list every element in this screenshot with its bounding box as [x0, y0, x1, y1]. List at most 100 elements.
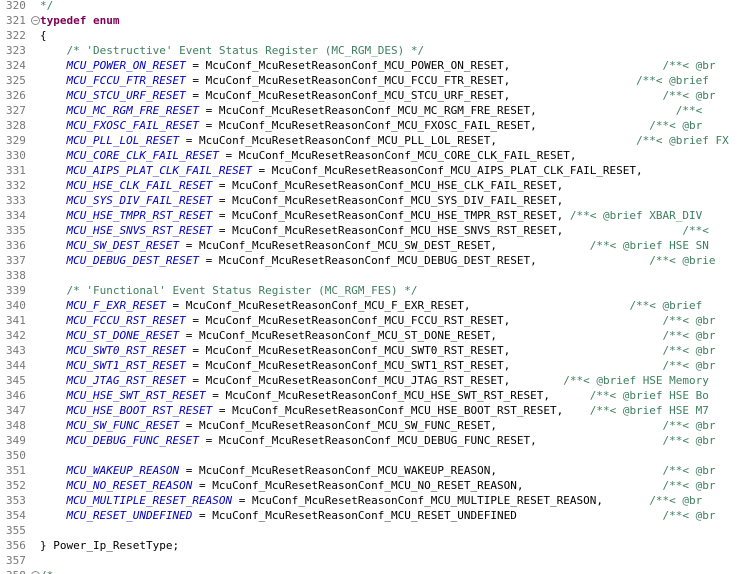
code-line[interactable]: 338	[0, 268, 738, 283]
code-line[interactable]: 341 MCU_FCCU_RST_RESET = McuConf_McuRese…	[0, 313, 738, 328]
enum-constant-token: MCU_SYS_DIV_FAIL_RESET	[66, 194, 213, 207]
code-token: = McuConf_McuResetReasonConf_MCU_RESET_U…	[192, 509, 663, 522]
code-line[interactable]: 326 MCU_STCU_URF_RESET = McuConf_McuRese…	[0, 88, 738, 103]
code-token: = McuConf_McuResetReasonConf_MCU_CORE_CL…	[218, 149, 577, 162]
code-line[interactable]: 357	[0, 553, 738, 568]
comment-token: /**< @brief HSE M7	[589, 404, 709, 417]
code-line[interactable]: 354 MCU_RESET_UNDEFINED = McuConf_McuRes…	[0, 508, 738, 523]
code-line[interactable]: 329 MCU_PLL_LOL_RESET = McuConf_McuReset…	[0, 133, 738, 148]
comment-token: /**< @brie	[649, 254, 716, 267]
code-text: MCU_AIPS_PLAT_CLK_FAIL_RESET = McuConf_M…	[40, 163, 643, 178]
code-line[interactable]: 325 MCU_FCCU_FTR_RESET = McuConf_McuRese…	[0, 73, 738, 88]
code-token: = McuConf_McuResetReasonConf_MCU_F_EXR_R…	[165, 299, 630, 312]
comment-token: /**< @br	[662, 344, 716, 357]
code-line[interactable]: 346 MCU_HSE_SWT_RST_RESET = McuConf_McuR…	[0, 388, 738, 403]
code-line[interactable]: 320 */	[0, 0, 738, 13]
line-number: 329	[6, 134, 26, 147]
code-line[interactable]: 332 MCU_HSE_CLK_FAIL_RESET = McuConf_Mcu…	[0, 178, 738, 193]
code-token: = McuConf_McuResetReasonConf_MCU_DEBUG_F…	[198, 434, 663, 447]
code-text: MCU_HSE_BOOT_RST_RESET = McuConf_McuRese…	[40, 403, 709, 418]
line-number: 333	[6, 194, 26, 207]
code-line[interactable]: 355	[0, 523, 738, 538]
enum-constant-token: MCU_HSE_BOOT_RST_RESET	[66, 404, 213, 417]
enum-constant-token: MCU_MC_RGM_FRE_RESET	[66, 104, 199, 117]
comment-token: /*======================================…	[40, 569, 649, 574]
comment-token: /**< @br	[662, 479, 716, 492]
code-line[interactable]: 349 MCU_DEBUG_FUNC_RESET = McuConf_McuRe…	[0, 433, 738, 448]
line-number: 322	[6, 29, 26, 42]
code-text: MCU_NO_RESET_REASON = McuConf_McuResetRe…	[40, 478, 716, 493]
code-token: = McuConf_McuResetReasonConf_MCU_FCCU_RS…	[185, 314, 663, 327]
code-editor[interactable]: 320 */321− typedef enum 322 {323 /* 'Destruc…	[0, 0, 738, 574]
code-line[interactable]: 334 MCU_HSE_TMPR_RST_RESET = McuConf_Mcu…	[0, 208, 738, 223]
enum-constant-token: MCU_RESET_UNDEFINED	[66, 509, 193, 522]
code-line[interactable]: 339 /* 'Functional' Event Status Registe…	[0, 283, 738, 298]
comment-token: /**<	[682, 224, 709, 237]
code-line[interactable]: 335 MCU_HSE_SNVS_RST_RESET = McuConf_Mcu…	[0, 223, 738, 238]
line-number: 320	[6, 0, 26, 12]
code-token: {	[40, 29, 47, 42]
code-text: MCU_DEBUG_DEST_RESET = McuConf_McuResetR…	[40, 253, 716, 268]
fold-toggle-icon[interactable]: −	[31, 16, 40, 25]
code-line[interactable]: 353 MCU_MULTIPLE_RESET_REASON = McuConf_…	[0, 493, 738, 508]
code-line[interactable]: 331 MCU_AIPS_PLAT_CLK_FAIL_RESET = McuCo…	[0, 163, 738, 178]
enum-constant-token: MCU_SW_DEST_RESET	[66, 239, 180, 252]
code-line[interactable]: 328 MCU_FXOSC_FAIL_RESET = McuConf_McuRe…	[0, 118, 738, 133]
code-line[interactable]: 348 MCU_SW_FUNC_RESET = McuConf_McuReset…	[0, 418, 738, 433]
code-text: /* 'Functional' Event Status Register (M…	[40, 283, 418, 298]
code-token: = McuConf_McuResetReasonConf_MCU_HSE_TMP…	[212, 209, 570, 222]
code-line[interactable]: 352 MCU_NO_RESET_REASON = McuConf_McuRes…	[0, 478, 738, 493]
code-line[interactable]: 351 MCU_WAKEUP_REASON = McuConf_McuReset…	[0, 463, 738, 478]
enum-constant-token: MCU_FCCU_RST_RESET	[66, 314, 186, 327]
code-line[interactable]: 340 MCU_F_EXR_RESET = McuConf_McuResetRe…	[0, 298, 738, 313]
code-line[interactable]: 345 MCU_JTAG_RST_RESET = McuConf_McuRese…	[0, 373, 738, 388]
code-token: = McuConf_McuResetReasonConf_MCU_SW_DEST…	[179, 239, 590, 252]
code-line[interactable]: 323 /* 'Destructive' Event Status Regist…	[0, 43, 738, 58]
code-token: = McuConf_McuResetReasonConf_MCU_NO_RESE…	[192, 479, 663, 492]
code-line[interactable]: 356} Power_Ip_ResetType;	[0, 538, 738, 553]
code-line[interactable]: 358−/*==================================…	[0, 568, 738, 574]
code-line[interactable]: 343 MCU_SWT0_RST_RESET = McuConf_McuRese…	[0, 343, 738, 358]
code-line[interactable]: 337 MCU_DEBUG_DEST_RESET = McuConf_McuRe…	[0, 253, 738, 268]
code-line[interactable]: 333 MCU_SYS_DIV_FAIL_RESET = McuConf_Mcu…	[0, 193, 738, 208]
code-token: = McuConf_McuResetReasonConf_MCU_SWT0_RS…	[185, 344, 663, 357]
code-line[interactable]: 327 MCU_MC_RGM_FRE_RESET = McuConf_McuRe…	[0, 103, 738, 118]
code-text: MCU_MC_RGM_FRE_RESET = McuConf_McuResetR…	[40, 103, 703, 118]
comment-token: /**< @br	[649, 119, 703, 132]
code-line[interactable]: 330 MCU_CORE_CLK_FAIL_RESET = McuConf_Mc…	[0, 148, 738, 163]
code-line[interactable]: 322 {	[0, 28, 738, 43]
code-line[interactable]: 350	[0, 448, 738, 463]
comment-token: */	[40, 0, 54, 12]
comment-token: /**< @br	[662, 59, 716, 72]
line-number: 353	[6, 494, 26, 507]
code-text: /* 'Destructive' Event Status Register (…	[40, 43, 425, 58]
code-text: MCU_SWT1_RST_RESET = McuConf_McuResetRea…	[40, 358, 716, 373]
code-line[interactable]: 336 MCU_SW_DEST_RESET = McuConf_McuReset…	[0, 238, 738, 253]
code-line[interactable]: 324 MCU_POWER_ON_RESET = McuConf_McuRese…	[0, 58, 738, 73]
code-token: = McuConf_McuResetReasonConf_MCU_HSE_BOO…	[212, 404, 590, 417]
enum-constant-token: MCU_ST_DONE_RESET	[66, 329, 180, 342]
code-line[interactable]: 321− typedef enum	[0, 13, 738, 28]
code-line[interactable]: 342 MCU_ST_DONE_RESET = McuConf_McuReset…	[0, 328, 738, 343]
enum-constant-token: MCU_FCCU_FTR_RESET	[66, 74, 186, 87]
comment-token: /**< @brief	[629, 299, 703, 312]
line-number: 343	[6, 344, 26, 357]
code-line[interactable]: 344 MCU_SWT1_RST_RESET = McuConf_McuRese…	[0, 358, 738, 373]
code-token: = McuConf_McuResetReasonConf_MCU_SWT1_RS…	[185, 359, 663, 372]
comment-token: /**< @br	[662, 509, 716, 522]
code-line[interactable]: 347 MCU_HSE_BOOT_RST_RESET = McuConf_Mcu…	[0, 403, 738, 418]
line-number: 321	[6, 14, 26, 27]
